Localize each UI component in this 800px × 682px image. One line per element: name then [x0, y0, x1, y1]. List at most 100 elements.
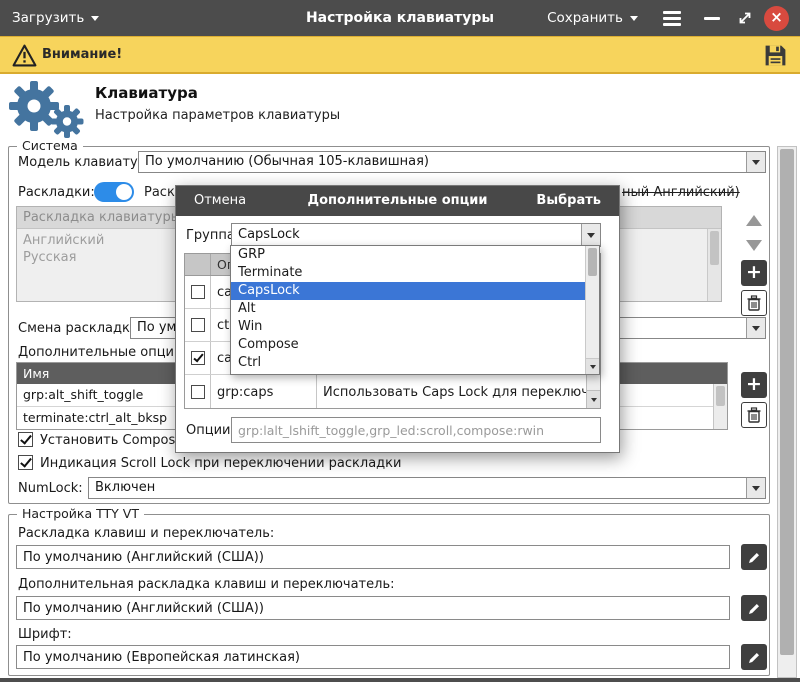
arrow-up-icon — [746, 215, 762, 226]
save-file-icon[interactable] — [763, 43, 788, 68]
scrollbar-thumb[interactable] — [588, 248, 597, 276]
chevron-down-icon — [91, 16, 99, 21]
scroll-down-button[interactable] — [587, 390, 600, 408]
group-option-selected[interactable]: CapsLock — [231, 282, 599, 300]
scrolllock-checkbox[interactable] — [18, 455, 33, 470]
scrollbar-thumb[interactable] — [710, 231, 719, 265]
move-up-button[interactable] — [741, 209, 767, 231]
save-menu-button[interactable]: Сохранить — [547, 0, 638, 36]
arrow-down-icon — [746, 240, 762, 251]
group-option[interactable]: Ctrl — [231, 354, 599, 372]
scroll-down-button[interactable] — [586, 358, 599, 374]
window-title: Настройка клавиатуры — [306, 0, 494, 36]
keyboard-settings-window: Загрузить Настройка клавиатуры Сохранить… — [0, 0, 800, 682]
cancel-button[interactable]: Отмена — [194, 186, 246, 216]
group-option[interactable]: Compose — [231, 336, 599, 354]
warning-icon — [12, 44, 37, 67]
delete-layout-button[interactable] — [741, 290, 767, 316]
tty-extra-layout-input[interactable] — [16, 596, 730, 620]
minimize-button[interactable] — [702, 7, 722, 29]
numlock-label: NumLock: — [18, 481, 83, 496]
add-layout-button[interactable]: + — [741, 260, 767, 286]
chevron-down-icon — [746, 318, 765, 338]
group-option[interactable]: GRP — [231, 246, 599, 264]
scrollbar-thumb[interactable] — [716, 386, 725, 406]
chevron-down-icon — [581, 224, 600, 246]
table-row[interactable]: grp:caps Использовать Caps Lock для пере… — [185, 375, 600, 409]
close-icon: × — [770, 8, 783, 26]
extra-options-label: Дополнительные опции: — [18, 345, 187, 360]
page-title: Клавиатура — [95, 84, 198, 102]
option-checkbox[interactable] — [191, 285, 205, 299]
minimize-icon — [704, 17, 720, 20]
delete-option-button[interactable] — [741, 402, 767, 428]
option-checkbox[interactable] — [191, 318, 205, 332]
trash-icon — [747, 407, 761, 423]
group-option[interactable]: Win — [231, 318, 599, 336]
warning-text: Внимание! — [42, 37, 122, 72]
maximize-button[interactable] — [736, 10, 756, 28]
hamburger-menu-button[interactable] — [659, 7, 685, 29]
move-down-button[interactable] — [741, 234, 767, 256]
listbox-scrollbar[interactable] — [707, 229, 721, 301]
arrow-down-icon — [590, 365, 596, 369]
option-checkbox[interactable] — [191, 385, 205, 399]
edit-tty-extra-layout-button[interactable] — [741, 595, 767, 621]
layouts-label: Раскладки: — [18, 185, 95, 200]
options-string-input[interactable] — [231, 417, 601, 443]
scrolllock-checkbox-label: Индикация Scroll Lock при переключении р… — [40, 456, 401, 471]
tty-font-label: Шрифт: — [18, 627, 72, 642]
pencil-icon — [748, 551, 761, 564]
pencil-icon — [748, 651, 761, 664]
plus-icon: + — [746, 375, 762, 394]
hamburger-icon — [663, 11, 681, 14]
scrollbar-thumb[interactable] — [780, 149, 794, 655]
toggle-knob — [116, 184, 132, 200]
dialog-title: Дополнительные опции — [308, 186, 488, 216]
plus-icon: + — [746, 263, 762, 282]
options-string-label: Опции: — [186, 423, 235, 438]
select-button[interactable]: Выбрать — [536, 186, 601, 216]
tty-extra-layout-label: Дополнительная раскладка клавиш и перекл… — [18, 577, 394, 592]
system-panel-legend: Система — [17, 139, 83, 153]
page-scrollbar[interactable] — [777, 146, 797, 678]
layouts-text-right: ный Английский) — [622, 185, 740, 200]
group-option[interactable]: Alt — [231, 300, 599, 318]
edit-tty-layout-button[interactable] — [741, 544, 767, 570]
dropdown-scrollbar[interactable] — [585, 246, 599, 374]
chevron-down-icon — [630, 16, 638, 21]
tty-layout-label: Раскладка клавиш и переключатель: — [18, 526, 274, 541]
group-value: CapsLock — [238, 224, 300, 246]
window-bottom-edge — [0, 678, 800, 682]
tty-panel-legend: Настройка TTY VT — [17, 507, 144, 521]
group-option[interactable]: Terminate — [231, 264, 599, 282]
layout-switch-value: По ум — [137, 318, 176, 338]
keyboard-model-value: По умолчанию (Обычная 105-клавишная) — [145, 152, 429, 172]
numlock-select[interactable]: Включен — [88, 477, 766, 499]
numlock-value: Включен — [95, 478, 155, 498]
chevron-down-icon — [746, 152, 765, 172]
tty-layout-input[interactable] — [16, 545, 730, 569]
warning-bar: Внимание! — [0, 36, 800, 74]
layouts-toggle[interactable] — [94, 182, 134, 202]
edit-tty-font-button[interactable] — [741, 644, 767, 670]
load-menu-button[interactable]: Загрузить — [12, 0, 99, 36]
add-option-button[interactable]: + — [741, 372, 767, 398]
pencil-icon — [748, 602, 761, 615]
option-checkbox[interactable] — [191, 351, 205, 365]
arrow-down-icon — [591, 398, 597, 402]
chevron-down-icon — [746, 478, 765, 498]
group-select[interactable]: CapsLock — [231, 223, 601, 247]
compose-checkbox[interactable] — [18, 432, 33, 447]
options-table-scrollbar[interactable] — [713, 384, 727, 429]
compose-checkbox-label: Установить Compose — [40, 433, 183, 448]
close-button[interactable]: × — [764, 6, 789, 31]
option-name: grp:caps — [211, 375, 317, 409]
dialog-header: Отмена Дополнительные опции Выбрать — [176, 186, 619, 216]
titlebar: Загрузить Настройка клавиатуры Сохранить… — [0, 0, 800, 36]
keyboard-model-select[interactable]: По умолчанию (Обычная 105-клавишная) — [138, 151, 766, 173]
trash-icon — [747, 295, 761, 311]
tty-font-input[interactable] — [16, 645, 730, 669]
load-menu-label: Загрузить — [12, 10, 84, 26]
option-description: Использовать Caps Lock для переключе — [317, 375, 600, 409]
